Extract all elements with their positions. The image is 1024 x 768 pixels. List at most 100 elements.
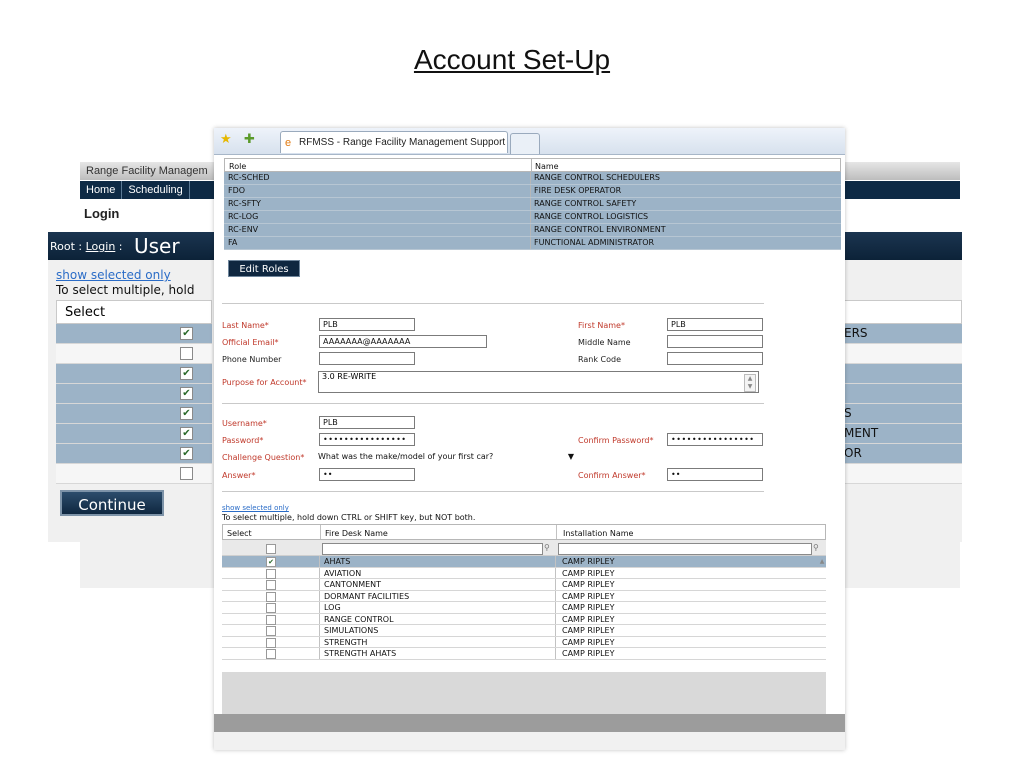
installation-filter[interactable] xyxy=(558,543,812,555)
roles-row[interactable]: FA FUNCTIONAL ADMINISTRATOR xyxy=(224,237,841,250)
select-all-checkbox[interactable] xyxy=(266,544,276,554)
fire-desk-name: STRENGTH AHATS xyxy=(324,649,397,658)
row-checkbox[interactable]: ✔ xyxy=(266,557,276,567)
add-favorite-icon[interactable]: ✚ xyxy=(244,133,255,147)
fire-desk-instructions: To select multiple, hold down CTRL or SH… xyxy=(222,513,476,522)
fire-desk-row[interactable]: SIMULATIONS CAMP RIPLEY xyxy=(222,625,826,637)
last-name-label: Last Name* xyxy=(222,321,269,330)
challenge-question-select[interactable]: What was the make/model of your first ca… xyxy=(318,450,574,463)
table-row[interactable]: ✔ xyxy=(56,424,212,444)
fire-desk-name: LOG xyxy=(324,603,341,612)
fire-desk-row[interactable]: AVIATION CAMP RIPLEY xyxy=(222,567,826,579)
fire-desk-name: SIMULATIONS xyxy=(324,626,379,635)
row-checkbox[interactable] xyxy=(266,603,276,613)
row-checkbox[interactable] xyxy=(266,580,276,590)
row-checkbox[interactable] xyxy=(266,614,276,625)
purpose-scrollbar[interactable]: ▲ ▼ xyxy=(744,374,756,392)
favorites-star-icon[interactable]: ★ xyxy=(220,133,232,147)
roles-row[interactable]: RC-SCHED RANGE CONTROL SCHEDULERS xyxy=(224,172,841,185)
table-row[interactable] xyxy=(56,464,212,484)
bg-select-instructions: To select multiple, hold xyxy=(56,283,195,297)
row-checkbox[interactable]: ✔ xyxy=(180,387,193,400)
row-checkbox[interactable] xyxy=(180,347,193,360)
breadcrumb-login-link[interactable]: Login xyxy=(86,240,116,253)
row-checkbox[interactable]: ✔ xyxy=(180,407,193,420)
continue-button[interactable]: Continue xyxy=(60,490,164,516)
bg-nav-home[interactable]: Home xyxy=(80,181,123,199)
fire-desk-show-selected-link[interactable]: show selected only xyxy=(222,504,289,512)
browser-tab[interactable]: e RFMSS - Range Facility Management Supp… xyxy=(280,131,508,153)
confirm-password-field[interactable]: •••••••••••••••• xyxy=(667,433,763,446)
breadcrumb-root: Root : xyxy=(50,240,86,253)
browser-tab-title: RFMSS - Range Facility Management Suppor… xyxy=(299,137,507,148)
table-row[interactable]: ✔ xyxy=(56,324,212,344)
row-checkbox[interactable] xyxy=(266,626,276,636)
rank-code-field[interactable] xyxy=(667,352,763,365)
roles-row[interactable]: RC-LOG RANGE CONTROL LOGISTICS xyxy=(224,211,841,224)
first-name-field[interactable]: PLB xyxy=(667,318,763,331)
table-row[interactable]: ✔ xyxy=(56,444,212,464)
last-name-field[interactable]: PLB xyxy=(319,318,415,331)
row-checkbox[interactable] xyxy=(266,568,276,579)
fire-desk-scrollbar[interactable]: ▲ xyxy=(818,558,826,678)
table-row[interactable]: ✔ xyxy=(56,404,212,424)
fire-desk-col-select: Select xyxy=(227,529,252,538)
row-checkbox[interactable]: ✔ xyxy=(180,447,193,460)
fire-desk-name-filter[interactable] xyxy=(322,543,543,555)
fire-desk-name: AHATS xyxy=(324,557,351,566)
fire-desk-name: AVIATION xyxy=(324,568,362,578)
table-row[interactable]: ✔ xyxy=(56,384,212,404)
bg-login-heading: Login xyxy=(84,206,120,221)
filter-icon[interactable]: ⚲ xyxy=(813,543,819,552)
role-code: RC-LOG xyxy=(228,212,259,221)
roles-row[interactable]: RC-SFTY RANGE CONTROL SAFETY xyxy=(224,198,841,211)
filter-icon[interactable]: ⚲ xyxy=(544,543,550,552)
bg-show-selected-link[interactable]: show selected only xyxy=(56,268,171,282)
fire-desk-row[interactable]: LOG CAMP RIPLEY xyxy=(222,602,826,614)
installation-name: CAMP RIPLEY xyxy=(562,603,615,612)
bg-nav-scheduling[interactable]: Scheduling xyxy=(122,181,190,199)
edit-roles-button[interactable]: Edit Roles xyxy=(228,260,300,277)
row-checkbox[interactable] xyxy=(266,649,276,659)
row-checkbox[interactable] xyxy=(266,637,276,648)
roles-row[interactable]: FDO FIRE DESK OPERATOR xyxy=(224,185,841,198)
fire-desk-row[interactable]: ✔ AHATS CAMP RIPLEY xyxy=(222,556,826,568)
new-tab-button[interactable] xyxy=(510,133,540,154)
middle-name-field[interactable] xyxy=(667,335,763,348)
answer-label: Answer* xyxy=(222,471,256,480)
row-checkbox[interactable] xyxy=(180,467,193,480)
roles-header: Role Name xyxy=(224,158,841,172)
answer-field[interactable]: •• xyxy=(319,468,415,481)
fire-desk-row[interactable]: RANGE CONTROL CAMP RIPLEY xyxy=(222,613,826,625)
phone-field[interactable] xyxy=(319,352,415,365)
password-field[interactable]: •••••••••••••••• xyxy=(319,433,415,446)
fire-desk-name: STRENGTH xyxy=(324,637,368,647)
row-checkbox[interactable]: ✔ xyxy=(180,427,193,440)
fire-desk-row[interactable]: CANTONMENT CAMP RIPLEY xyxy=(222,579,826,591)
role-name: RANGE CONTROL SAFETY xyxy=(534,199,637,208)
divider xyxy=(222,491,764,492)
row-checkbox[interactable]: ✔ xyxy=(180,367,193,380)
bg-select-table: Select ✔ ✔ ✔ ✔ ✔ ✔ xyxy=(56,300,212,484)
fire-desk-row[interactable]: STRENGTH CAMP RIPLEY xyxy=(222,636,826,648)
table-row[interactable]: ✔ xyxy=(56,364,212,384)
fire-desk-header: Select Fire Desk Name Installation Name xyxy=(222,524,826,540)
installation-name: CAMP RIPLEY xyxy=(562,649,615,658)
bg-right-cell xyxy=(844,384,962,404)
chevron-down-icon[interactable]: ▼ xyxy=(568,450,574,463)
purpose-textarea[interactable]: 3.0 RE-WRITE ▲ ▼ xyxy=(318,371,759,393)
divider xyxy=(222,403,764,404)
row-checkbox[interactable]: ✔ xyxy=(180,327,193,340)
roles-table: Role Name RC-SCHED RANGE CONTROL SCHEDULE… xyxy=(224,158,841,250)
browser-window: ★ ✚ e RFMSS - Range Facility Management … xyxy=(214,128,845,750)
email-field[interactable]: AAAAAAA@AAAAAAA xyxy=(319,335,487,348)
row-checkbox[interactable] xyxy=(266,591,276,602)
fire-desk-row[interactable]: STRENGTH AHATS CAMP RIPLEY xyxy=(222,648,826,660)
installation-name: CAMP RIPLEY xyxy=(562,580,615,589)
table-row[interactable] xyxy=(56,344,212,364)
roles-row[interactable]: RC-ENV RANGE CONTROL ENVIRONMENT xyxy=(224,224,841,237)
password-label: Password* xyxy=(222,436,264,445)
fire-desk-row[interactable]: DORMANT FACILITIES CAMP RIPLEY xyxy=(222,590,826,602)
username-field[interactable]: PLB xyxy=(319,416,415,429)
confirm-answer-field[interactable]: •• xyxy=(667,468,763,481)
